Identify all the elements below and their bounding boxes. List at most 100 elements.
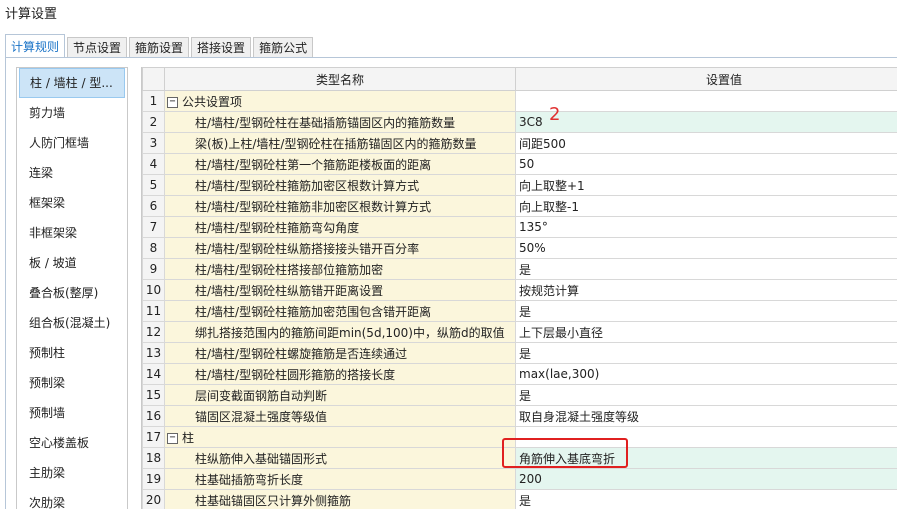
sidebar-item-coupling-beam[interactable]: 连梁 (17, 158, 127, 188)
sidebar-item-secondary-rib-beam[interactable]: 次肋梁 (17, 488, 127, 509)
sidebar-item-hollow-floor-slab[interactable]: 空心楼盖板 (17, 428, 127, 458)
sidebar-item-precast-wall[interactable]: 预制墙 (17, 398, 127, 428)
setting-value-cell (515, 90, 897, 112)
sidebar-item-main-rib-beam[interactable]: 主肋梁 (17, 458, 127, 488)
table-row[interactable]: 2 柱/墙柱/型钢砼柱在基础插筋锚固区内的箍筋数量 3C8 (142, 111, 897, 133)
setting-value-cell[interactable]: 上下层最小直径 (515, 321, 897, 343)
type-name-cell: 柱/墙柱/型钢砼柱螺旋箍筋是否连续通过 (164, 342, 516, 364)
sidebar-item-composite-slab-concrete[interactable]: 组合板(混凝土) (17, 308, 127, 338)
table-row[interactable]: 11 柱/墙柱/型钢砼柱箍筋加密范围包含错开距离 是 (142, 300, 897, 322)
type-name-label: 柱/墙柱/型钢砼柱在基础插筋锚固区内的箍筋数量 (195, 115, 456, 130)
setting-value-cell[interactable]: 50% (515, 237, 897, 259)
setting-value-cell[interactable]: 是 (515, 489, 897, 509)
table-row[interactable]: 3 梁(板)上柱/墙柱/型钢砼柱在插筋锚固区内的箍筋数量 间距500 (142, 132, 897, 154)
setting-value-cell[interactable]: 取自身混凝土强度等级 (515, 405, 897, 427)
type-name-cell: 绑扎搭接范围内的箍筋间距min(5d,100)中，纵筋d的取值 (164, 321, 516, 343)
sidebar-item-non-frame-beam[interactable]: 非框架梁 (17, 218, 127, 248)
type-name-label: 柱/墙柱/型钢砼柱纵筋搭接接头错开百分率 (195, 241, 420, 256)
table-row[interactable]: 15 层间变截面钢筋自动判断 是 (142, 384, 897, 406)
row-number: 3 (142, 132, 165, 154)
table-row[interactable]: 8 柱/墙柱/型钢砼柱纵筋搭接接头错开百分率 50% (142, 237, 897, 259)
setting-value-cell[interactable]: 是 (515, 384, 897, 406)
sidebar-scrollbar[interactable] (128, 67, 136, 509)
row-number: 1 (142, 90, 165, 112)
row-number: 11 (142, 300, 165, 322)
sidebar-item-precast-beam[interactable]: 预制梁 (17, 368, 127, 398)
setting-value-cell[interactable]: 按规范计算 (515, 279, 897, 301)
type-name-label: 层间变截面钢筋自动判断 (195, 388, 328, 403)
type-name-label: 柱/墙柱/型钢砼柱箍筋加密区根数计算方式 (195, 178, 420, 193)
setting-value-cell[interactable]: 向上取整-1 (515, 195, 897, 217)
setting-value-cell[interactable]: 间距500 (515, 132, 897, 154)
tab-stirrup-formula[interactable]: 箍筋公式 (253, 37, 314, 58)
setting-value-cell[interactable]: 3C8 (515, 111, 897, 133)
table-row[interactable]: 10 柱/墙柱/型钢砼柱纵筋错开距离设置 按规范计算 (142, 279, 897, 301)
header-num (142, 67, 165, 91)
type-name-label: 柱/墙柱/型钢砼柱箍筋非加密区根数计算方式 (195, 199, 432, 214)
row-number: 6 (142, 195, 165, 217)
setting-value-cell[interactable]: 是 (515, 342, 897, 364)
table-row[interactable]: 9 柱/墙柱/型钢砼柱搭接部位箍筋加密 是 (142, 258, 897, 280)
sidebar-item-shear-wall[interactable]: 剪力墙 (17, 98, 127, 128)
type-name-cell: 层间变截面钢筋自动判断 (164, 384, 516, 406)
type-name-cell: 柱/墙柱/型钢砼柱纵筋错开距离设置 (164, 279, 516, 301)
table-row[interactable]: 13 柱/墙柱/型钢砼柱螺旋箍筋是否连续通过 是 (142, 342, 897, 364)
setting-value-cell[interactable]: 向上取整+1 (515, 174, 897, 196)
table-row[interactable]: 5 柱/墙柱/型钢砼柱箍筋加密区根数计算方式 向上取整+1 (142, 174, 897, 196)
row-number: 14 (142, 363, 165, 385)
collapse-icon[interactable]: − (167, 432, 178, 444)
sidebar-item-composite-slab-full[interactable]: 叠合板(整厚) (17, 278, 127, 308)
row-number: 4 (142, 153, 165, 175)
row-number: 20 (142, 489, 165, 509)
type-name-cell: 锚固区混凝土强度等级值 (164, 405, 516, 427)
type-name-cell: 柱/墙柱/型钢砼柱在基础插筋锚固区内的箍筋数量 (164, 111, 516, 133)
row-number: 8 (142, 237, 165, 259)
type-name-label: 锚固区混凝土强度等级值 (195, 409, 328, 424)
sidebar-item-precast-column[interactable]: 预制柱 (17, 338, 127, 368)
type-name-cell: 柱/墙柱/型钢砼柱箍筋非加密区根数计算方式 (164, 195, 516, 217)
row-number: 12 (142, 321, 165, 343)
table-row[interactable]: 12 绑扎搭接范围内的箍筋间距min(5d,100)中，纵筋d的取值 上下层最小直径 (142, 321, 897, 343)
type-name-cell: 柱纵筋伸入基础锚固形式 (164, 447, 516, 469)
type-name-label: 柱纵筋伸入基础锚固形式 (195, 451, 328, 466)
annotation-highlight-box (502, 438, 628, 468)
table-row[interactable]: 7 柱/墙柱/型钢砼柱箍筋弯勾角度 135° (142, 216, 897, 238)
collapse-icon[interactable]: − (167, 96, 178, 108)
row-number: 10 (142, 279, 165, 301)
tab-stirrup-settings[interactable]: 箍筋设置 (129, 37, 190, 58)
sidebar-item-slab-ramp[interactable]: 板 / 坡道 (17, 248, 127, 278)
row-number: 18 (142, 447, 165, 469)
type-name-cell: 柱/墙柱/型钢砼柱箍筋加密区根数计算方式 (164, 174, 516, 196)
table-row[interactable]: 6 柱/墙柱/型钢砼柱箍筋非加密区根数计算方式 向上取整-1 (142, 195, 897, 217)
table-row[interactable]: 19 柱基础插筋弯折长度 200 (142, 468, 897, 490)
type-name-label: 柱/墙柱/型钢砼柱圆形箍筋的搭接长度 (195, 367, 396, 382)
type-name-label: 柱基础锚固区只计算外侧箍筋 (195, 493, 352, 508)
type-name-label: 柱基础插筋弯折长度 (195, 472, 304, 487)
tab-calc-rules[interactable]: 计算规则 (5, 34, 66, 58)
type-name-cell: 梁(板)上柱/墙柱/型钢砼柱在插筋锚固区内的箍筋数量 (164, 132, 516, 154)
type-name-cell: 柱/墙柱/型钢砼柱纵筋搭接接头错开百分率 (164, 237, 516, 259)
table-row[interactable]: 4 柱/墙柱/型钢砼柱第一个箍筋距楼板面的距离 50 (142, 153, 897, 175)
sidebar-item-frame-beam[interactable]: 框架梁 (17, 188, 127, 218)
tab-lap-settings[interactable]: 搭接设置 (191, 37, 252, 58)
table-group-row[interactable]: 1− 公共设置项 (142, 90, 897, 112)
type-name-label: 柱/墙柱/型钢砼柱螺旋箍筋是否连续通过 (195, 346, 408, 361)
setting-value-cell[interactable]: 200 (515, 468, 897, 490)
setting-value-cell[interactable]: 是 (515, 300, 897, 322)
table-row[interactable]: 14 柱/墙柱/型钢砼柱圆形箍筋的搭接长度 max(lae,300) (142, 363, 897, 385)
group-name-cell: − 公共设置项 (164, 90, 516, 112)
window-title: 计算设置 (5, 7, 58, 22)
table-row[interactable]: 20 柱基础锚固区只计算外侧箍筋 是 (142, 489, 897, 509)
setting-value-cell[interactable]: 50 (515, 153, 897, 175)
setting-value-cell[interactable]: 是 (515, 258, 897, 280)
table-row[interactable]: 16 锚固区混凝土强度等级值 取自身混凝土强度等级 (142, 405, 897, 427)
tab-node-settings[interactable]: 节点设置 (67, 37, 128, 58)
row-number: 19 (142, 468, 165, 490)
setting-value-cell[interactable]: 135° (515, 216, 897, 238)
sidebar-item-column[interactable]: 柱 / 墙柱 / 型... (19, 68, 125, 98)
sidebar-item-civil-defense-door-frame[interactable]: 人防门框墙 (17, 128, 127, 158)
type-name-label: 柱/墙柱/型钢砼柱纵筋错开距离设置 (195, 283, 384, 298)
header-setting-value: 设置值 (515, 67, 897, 91)
tab-bar: 计算规则 节点设置 箍筋设置 搭接设置 箍筋公式 (5, 34, 315, 58)
setting-value-cell[interactable]: max(lae,300) (515, 363, 897, 385)
